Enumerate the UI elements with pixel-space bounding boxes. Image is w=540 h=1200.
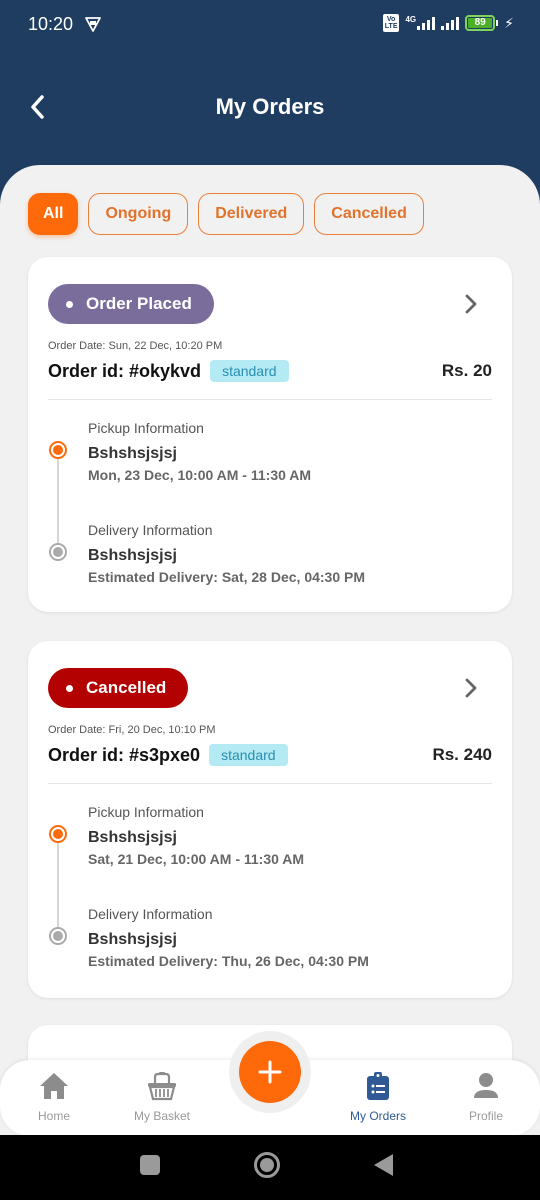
page-title: My Orders bbox=[215, 94, 325, 119]
person-icon bbox=[474, 1073, 498, 1098]
volte-icon: Vo LTE bbox=[382, 14, 400, 32]
orders-panel: All Ongoing Delivered Cancelled Order Pl… bbox=[0, 165, 540, 1145]
signal-icon bbox=[417, 16, 436, 30]
status-dot bbox=[66, 300, 73, 308]
order-date: Order Date: Fri, 20 Dec, 10:10 PM bbox=[48, 724, 216, 736]
delivery-info: Delivery Information Bshshsjsjsj Estimat… bbox=[88, 522, 365, 585]
delivery-marker-icon bbox=[49, 543, 67, 561]
nav-my-orders[interactable]: My Orders bbox=[328, 1070, 428, 1123]
filter-ongoing[interactable]: Ongoing bbox=[88, 193, 189, 235]
pickup-time: Sat, 21 Dec, 10:00 AM - 11:30 AM bbox=[88, 851, 305, 867]
order-timeline: Pickup Information Bshshsjsjsj Mon, 23 D… bbox=[48, 412, 492, 592]
status-label: Order Placed bbox=[86, 294, 192, 313]
order-id: Order id: #s3pxe0 bbox=[48, 744, 201, 765]
status-label: Cancelled bbox=[86, 678, 167, 697]
nav-label: My Basket bbox=[133, 1109, 190, 1123]
home-icon bbox=[40, 1073, 68, 1099]
vpn-icon bbox=[85, 17, 101, 32]
nav-label: My Orders bbox=[349, 1109, 406, 1123]
status-time: 10:20 bbox=[28, 14, 74, 34]
delivery-time: Estimated Delivery: Sat, 28 Dec, 04:30 P… bbox=[88, 569, 366, 585]
status-icons: Vo LTE 4G 89 ⚡ bbox=[382, 14, 514, 32]
status-badge: Cancelled bbox=[48, 668, 189, 708]
filter-delivered[interactable]: Delivered bbox=[198, 193, 305, 235]
battery-icon: 89 bbox=[465, 15, 499, 31]
order-card[interactable]: Cancelled Order Date: Fri, 20 Dec, 10:10… bbox=[28, 641, 512, 998]
timeline-connector bbox=[57, 450, 59, 550]
pickup-heading: Pickup Information bbox=[88, 420, 204, 436]
status-dot bbox=[66, 684, 73, 692]
signal-icon bbox=[441, 16, 460, 30]
clipboard-list-icon bbox=[367, 1072, 389, 1100]
nav-label: Profile bbox=[468, 1109, 503, 1123]
pickup-info: Pickup Information Bshshsjsjsj Mon, 23 D… bbox=[88, 420, 311, 483]
service-tag: standard bbox=[209, 744, 288, 766]
order-price: Rs. 240 bbox=[432, 745, 492, 764]
pickup-name: Bshshsjsjsj bbox=[88, 445, 177, 462]
filter-all[interactable]: All bbox=[28, 193, 79, 235]
pickup-info: Pickup Information Bshshsjsjsj Sat, 21 D… bbox=[88, 804, 304, 867]
delivery-name: Bshshsjsjsj bbox=[88, 931, 177, 948]
service-tag: standard bbox=[210, 360, 289, 382]
pickup-heading: Pickup Information bbox=[88, 804, 204, 820]
pickup-marker-icon bbox=[49, 441, 67, 459]
timeline-connector bbox=[57, 834, 59, 934]
pickup-marker-icon bbox=[49, 825, 67, 843]
order-price: Rs. 20 bbox=[441, 361, 492, 380]
delivery-info: Delivery Information Bshshsjsjsj Estimat… bbox=[88, 906, 369, 969]
nav-label: Home bbox=[37, 1109, 70, 1123]
home-button[interactable] bbox=[254, 1152, 280, 1178]
delivery-name: Bshshsjsjsj bbox=[88, 547, 177, 564]
order-timeline: Pickup Information Bshshsjsjsj Sat, 21 D… bbox=[48, 796, 492, 976]
plus-icon bbox=[258, 1060, 282, 1084]
status-bar: 10:20 Vo LTE 4G 89 ⚡ bbox=[0, 0, 540, 50]
filter-cancelled[interactable]: Cancelled bbox=[314, 193, 424, 235]
pickup-name: Bshshsjsjsj bbox=[88, 829, 177, 846]
order-id: Order id: #okykvd bbox=[48, 360, 202, 381]
delivery-heading: Delivery Information bbox=[88, 522, 213, 538]
delivery-time: Estimated Delivery: Thu, 26 Dec, 04:30 P… bbox=[88, 953, 369, 969]
back-nav-button[interactable] bbox=[374, 1154, 393, 1176]
divider bbox=[48, 399, 492, 400]
order-card[interactable]: Order Placed Order Date: Sun, 22 Dec, 10… bbox=[28, 257, 512, 612]
delivery-heading: Delivery Information bbox=[88, 906, 213, 922]
pickup-time: Mon, 23 Dec, 10:00 AM - 11:30 AM bbox=[88, 467, 312, 483]
header: My Orders bbox=[0, 50, 540, 170]
delivery-marker-icon bbox=[49, 927, 67, 945]
chevron-right-icon[interactable] bbox=[460, 677, 482, 699]
status-badge: Order Placed bbox=[48, 284, 214, 324]
network-type: 4G bbox=[405, 15, 417, 24]
system-nav-bar bbox=[0, 1135, 540, 1200]
filter-tabs: All Ongoing Delivered Cancelled bbox=[28, 193, 424, 235]
order-date: Order Date: Sun, 22 Dec, 10:20 PM bbox=[48, 340, 223, 352]
divider bbox=[48, 783, 492, 784]
chevron-right-icon[interactable] bbox=[460, 293, 482, 315]
basket-icon bbox=[148, 1072, 176, 1101]
charging-icon: ⚡ bbox=[504, 14, 514, 31]
recent-apps-button[interactable] bbox=[140, 1155, 160, 1175]
add-order-button[interactable] bbox=[239, 1041, 301, 1103]
battery-level: 89 bbox=[468, 18, 493, 28]
nav-home[interactable]: Home bbox=[4, 1070, 104, 1123]
nav-my-basket[interactable]: My Basket bbox=[112, 1070, 212, 1123]
nav-profile[interactable]: Profile bbox=[436, 1070, 536, 1123]
